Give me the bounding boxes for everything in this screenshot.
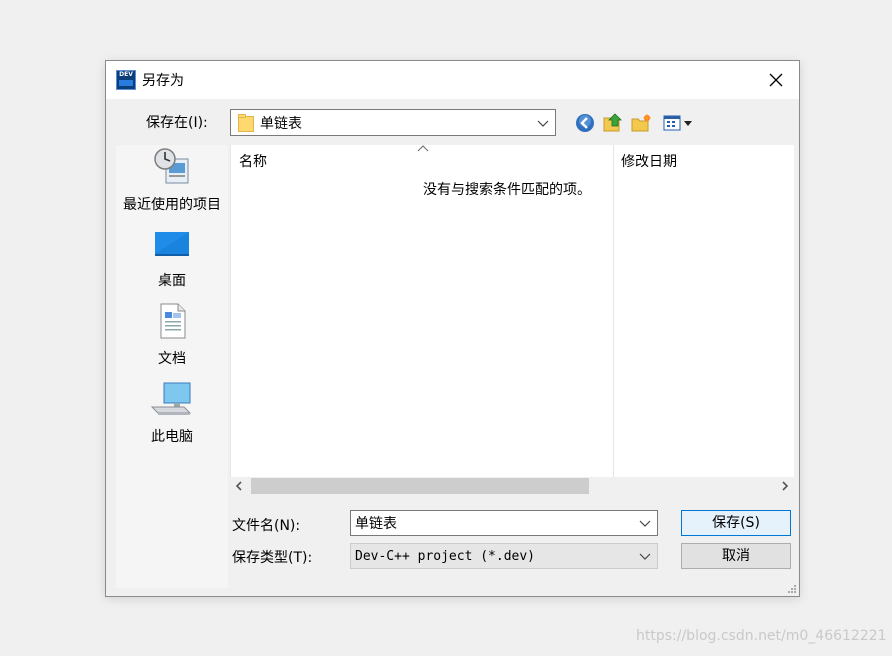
chevron-down-icon xyxy=(639,520,651,527)
place-desktop[interactable]: 桌面 xyxy=(116,227,228,290)
sort-ascending-icon xyxy=(417,145,429,152)
window-title: 另存为 xyxy=(142,73,184,89)
current-folder-value: 单链表 xyxy=(260,115,302,132)
close-button[interactable] xyxy=(753,61,799,99)
documents-icon xyxy=(160,303,186,339)
place-label: 桌面 xyxy=(158,273,186,289)
save-button[interactable]: 保存(S) xyxy=(681,510,791,536)
place-label: 最近使用的项目 xyxy=(123,197,221,213)
column-header-name[interactable]: 名称 xyxy=(239,151,267,171)
back-button[interactable] xyxy=(574,112,596,134)
filename-combobox[interactable]: 单链表 xyxy=(350,510,658,536)
scroll-left-icon[interactable] xyxy=(234,481,244,491)
up-folder-button[interactable] xyxy=(602,111,624,133)
back-icon xyxy=(576,114,594,132)
save-in-label: 保存在(I): xyxy=(146,115,208,131)
filetype-combobox[interactable]: Dev-C++ project (*.dev) xyxy=(350,543,658,569)
places-bar: 最近使用的项目 桌面 文档 此电脑 xyxy=(116,145,228,588)
chevron-down-icon xyxy=(537,120,549,127)
desktop-icon xyxy=(155,232,189,256)
file-list[interactable]: 名称 修改日期 没有与搜索条件匹配的项。 xyxy=(230,145,794,495)
watermark-text: https://blog.csdn.net/m0_46612221 xyxy=(636,628,887,644)
dev-cpp-icon: DEV xyxy=(116,70,136,90)
save-as-dialog: DEV 另存为 保存在(I): 单链表 最近使用的项目 桌面 文档 此电脑 名称… xyxy=(105,60,800,597)
filename-value: 单链表 xyxy=(355,516,397,532)
this-pc-icon xyxy=(150,382,192,415)
column-separator[interactable] xyxy=(613,145,614,477)
new-folder-icon xyxy=(631,114,651,132)
filetype-value: Dev-C++ project (*.dev) xyxy=(355,548,536,564)
chevron-down-icon xyxy=(639,553,651,560)
up-folder-icon xyxy=(603,113,622,132)
view-menu-icon xyxy=(663,115,692,131)
recent-items-icon xyxy=(154,148,189,184)
save-in-combobox[interactable]: 单链表 xyxy=(230,109,556,136)
place-recent-items[interactable]: 最近使用的项目 xyxy=(116,147,228,214)
close-icon xyxy=(769,73,783,87)
new-folder-button[interactable] xyxy=(630,112,652,134)
column-header-modified[interactable]: 修改日期 xyxy=(621,151,677,171)
filetype-label: 保存类型(T): xyxy=(232,550,313,566)
scroll-right-icon[interactable] xyxy=(780,481,790,491)
place-documents[interactable]: 文档 xyxy=(116,301,228,368)
title-bar: DEV 另存为 xyxy=(106,61,799,99)
empty-message: 没有与搜索条件匹配的项。 xyxy=(423,182,591,198)
place-label: 此电脑 xyxy=(151,429,193,445)
view-menu-button[interactable] xyxy=(662,112,696,134)
resize-grip-icon[interactable] xyxy=(787,584,797,594)
place-label: 文档 xyxy=(158,351,186,367)
horizontal-scrollbar[interactable] xyxy=(230,477,794,495)
scrollbar-thumb[interactable] xyxy=(251,478,589,494)
filename-label: 文件名(N): xyxy=(232,518,301,534)
cancel-button[interactable]: 取消 xyxy=(681,543,791,569)
folder-icon xyxy=(238,113,254,132)
place-this-pc[interactable]: 此电脑 xyxy=(116,381,228,446)
